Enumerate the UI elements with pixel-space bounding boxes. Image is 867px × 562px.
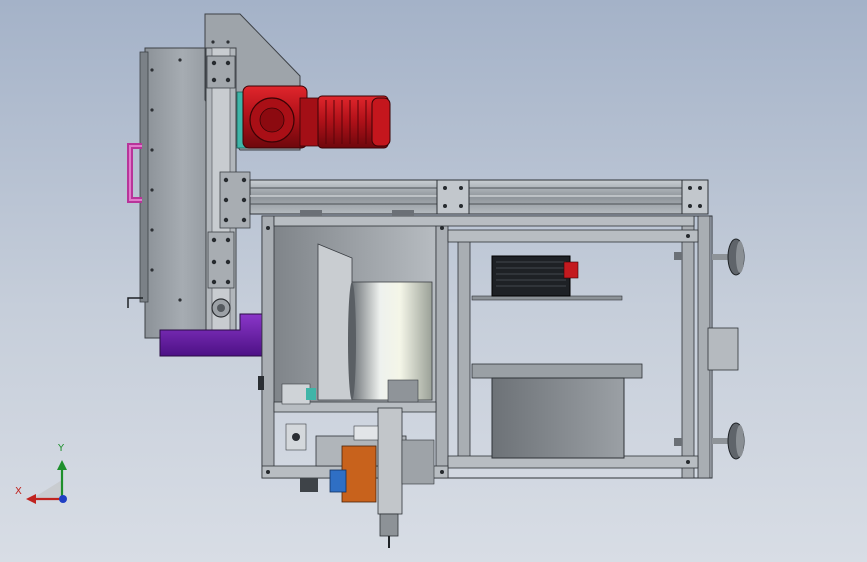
cad-viewport[interactable]: X Y: [0, 0, 867, 562]
gray-box[interactable]: [491, 377, 625, 459]
top-aluminum-beam[interactable]: [249, 179, 709, 215]
gear-motor[interactable]: [236, 85, 391, 149]
triad-z-dot: [59, 495, 67, 503]
stepper-motor[interactable]: [491, 255, 579, 297]
triad-y-arrow-icon: [57, 460, 67, 470]
triad-y-label: Y: [58, 443, 65, 454]
orientation-triad: [26, 460, 67, 504]
cad-model-view[interactable]: [0, 0, 867, 562]
triad-x-arrow-icon: [26, 494, 36, 504]
triad-x-label: X: [15, 486, 22, 497]
